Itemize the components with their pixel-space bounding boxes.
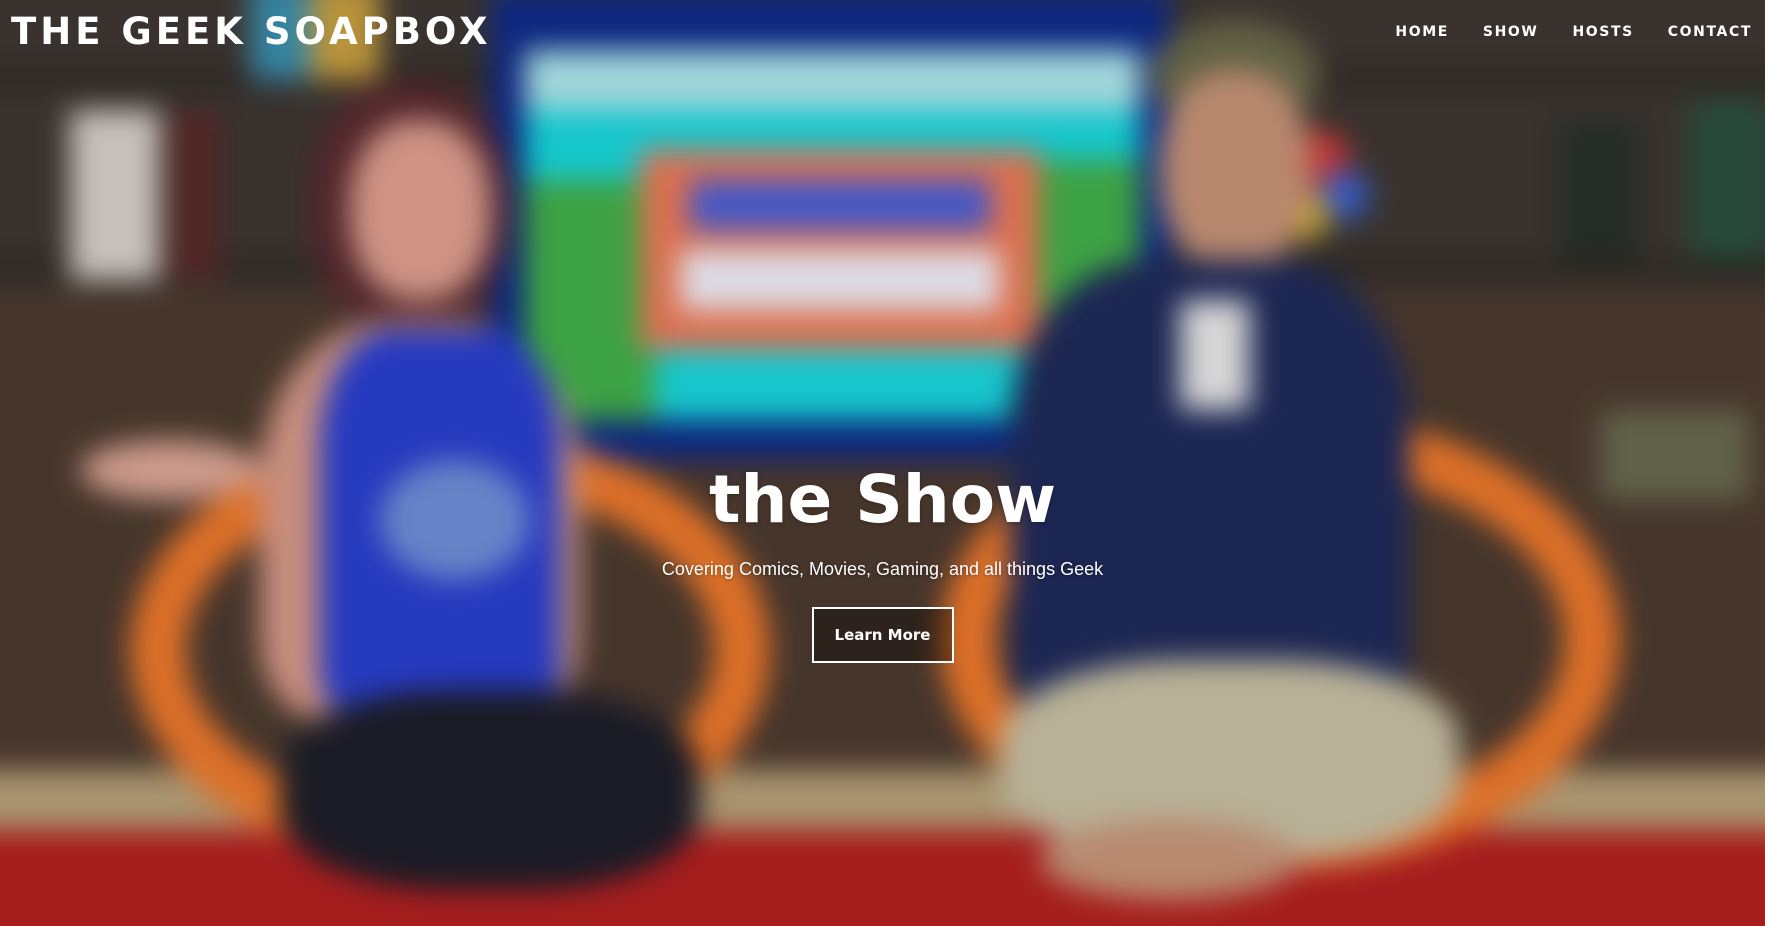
nav-contact-link[interactable]: CONTACT <box>1668 20 1752 44</box>
nav-home-link[interactable]: HOME <box>1395 20 1449 44</box>
hero-content: the Show Covering Comics, Movies, Gaming… <box>0 452 1765 663</box>
learn-more-button[interactable]: Learn More <box>811 607 954 663</box>
site-title[interactable]: THE GEEK SOAPBOX <box>11 6 492 58</box>
main-nav: HOME SHOW HOSTS CONTACT <box>1361 20 1752 44</box>
hero-headline: the Show <box>708 461 1057 538</box>
nav-hosts-link[interactable]: HOSTS <box>1572 20 1633 44</box>
nav-show-link[interactable]: SHOW <box>1483 20 1539 44</box>
hero-section: THE GEEK SOAPBOX HOME SHOW HOSTS CONTACT… <box>0 0 1765 926</box>
hero-subtitle: Covering Comics, Movies, Gaming, and all… <box>661 559 1104 579</box>
